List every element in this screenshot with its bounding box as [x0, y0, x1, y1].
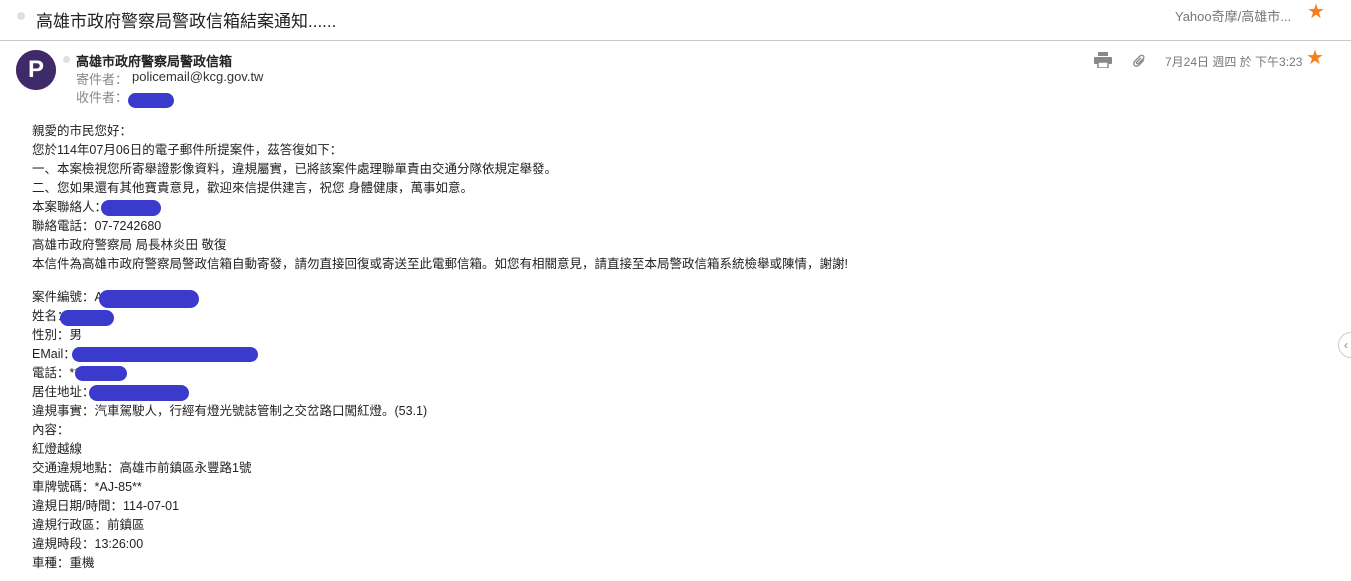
email-body: 親愛的市民您好： 您於114年07月06日的電子郵件所提案件，茲答復如下： 一、… — [32, 122, 848, 573]
body-line-2: 一、本案檢視您所寄舉證影像資料，違規屬實，已將該案件處理聯單責由交通分隊依規定舉… — [32, 162, 558, 176]
sender-name[interactable]: 高雄市政府警察局警政信箱 — [76, 51, 232, 70]
greeting: 親愛的市民您好： — [32, 124, 133, 138]
to-label: 收件者： — [76, 87, 174, 109]
contact-person-label: 本案聯絡人： — [32, 200, 108, 214]
content-text: 紅燈越線 — [32, 442, 83, 456]
contact-phone: 聯絡電話：07-7242680 — [32, 219, 162, 233]
redacted-case-number — [98, 289, 199, 308]
phone-label: 電話：** — [32, 366, 80, 380]
violation-row: 違規事實：汽車駕駛人，行經有燈光號誌管制之交岔路口闖紅燈。(53.1) — [32, 404, 428, 418]
plate-row: 車牌號碼：*AJ-85** — [32, 480, 142, 494]
email-subject: 高雄市政府警察局警政信箱結案通知...... — [36, 12, 337, 31]
body-line-3: 二、您如果還有其他寶貴意見，歡迎來信提供建言，祝您 身體健康，萬事如意。 — [32, 181, 473, 195]
email-label: EMail： — [32, 347, 76, 361]
from-email[interactable]: policemail@kcg.gov.tw — [132, 69, 263, 84]
location-row: 交通違規地點：高雄市前鎮區永豐路1號 — [32, 461, 252, 475]
email-row: EMail： — [32, 345, 848, 364]
star-icon[interactable]: ★ — [1307, 1, 1325, 23]
case-number-label: 案件編號：A — [32, 290, 103, 304]
unread-dot — [17, 12, 25, 20]
avatar-letter: P — [27, 56, 44, 83]
contact-person-row: 本案聯絡人： — [32, 198, 848, 217]
auto-notice: 本信件為高雄市政府警察局警政信箱自動寄發，請勿直接回復或寄送至此電郵信箱。如您有… — [32, 257, 848, 271]
signature: 高雄市政府警察局 局長林炎田 敬復 — [32, 238, 227, 252]
from-label: 寄件者： — [76, 72, 129, 87]
redacted-phone — [75, 366, 128, 382]
content-label: 內容： — [32, 423, 70, 437]
time-row: 違規時段：13:26:00 — [32, 537, 144, 551]
redacted-email — [71, 347, 258, 363]
gender-row: 性別：男 — [32, 328, 83, 342]
vehicle-row: 車種：重機 — [32, 556, 95, 570]
print-icon[interactable] — [1094, 52, 1112, 68]
email-folder-source[interactable]: Yahoo奇摩/高雄市... — [1175, 6, 1291, 25]
date-row: 違規日期/時間：114-07-01 — [32, 499, 180, 513]
address-label: 居住地址： — [32, 385, 95, 399]
sender-status-dot — [63, 56, 70, 63]
body-line-1: 您於114年07月06日的電子郵件所提案件，茲答復如下： — [32, 143, 343, 157]
redacted-address — [88, 384, 189, 401]
redacted-recipient — [127, 93, 174, 109]
redacted-name — [59, 309, 114, 326]
phone-row: 電話：** — [32, 364, 848, 383]
subject-bar: 高雄市政府警察局警政信箱結案通知...... Yahoo奇摩/高雄市... ★ — [0, 0, 1351, 41]
attachment-icon[interactable] — [1133, 54, 1147, 68]
address-row: 居住地址： — [32, 383, 848, 402]
case-number-row: 案件編號：A — [32, 288, 848, 308]
email-date: 7月24日 週四 於 下午3:23 — [1165, 55, 1303, 69]
name-row: 姓名： — [32, 307, 848, 326]
district-row: 違規行政區：前鎮區 — [32, 518, 145, 532]
next-arrow-icon[interactable]: ‹ — [1338, 332, 1351, 358]
star-icon-header[interactable]: ★ — [1306, 47, 1324, 69]
avatar: P — [16, 50, 56, 90]
to-label-text: 收件者： — [76, 90, 129, 105]
redacted-contact-person — [101, 199, 162, 216]
